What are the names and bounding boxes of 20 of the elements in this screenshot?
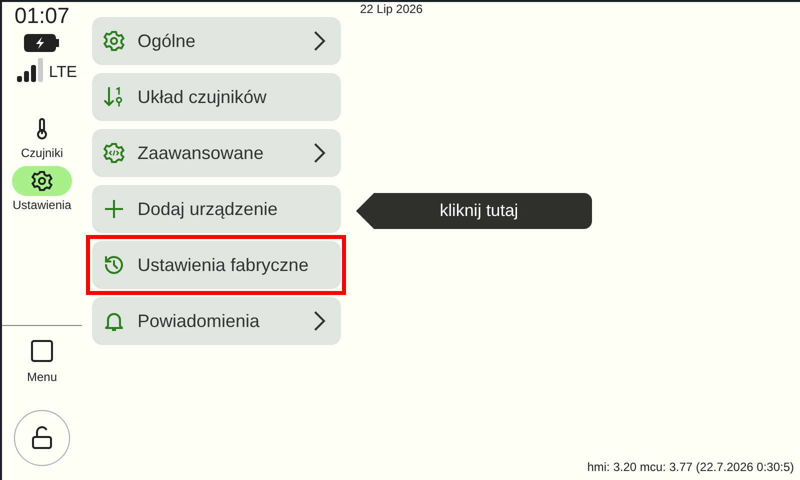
unlocked-icon <box>31 426 53 450</box>
menu-button[interactable]: Menu <box>26 340 58 384</box>
network-type: LTE <box>48 64 78 82</box>
nav-item[interactable]: Czujniki <box>12 114 72 160</box>
menu-item[interactable]: Układ czujników <box>92 73 340 121</box>
date: 22 Lip 2026 <box>360 2 424 16</box>
menu-item[interactable]: Ogólne <box>92 17 340 65</box>
menu-item[interactable]: Zaawansowane <box>92 129 340 177</box>
menu-item[interactable]: Dodaj urządzenie <box>92 185 340 233</box>
code-gear-icon <box>102 141 126 165</box>
signal-icon <box>16 58 45 82</box>
menu-item[interactable]: Powiadomienia <box>92 297 340 345</box>
battery-charging-icon <box>24 34 60 52</box>
settings-icon <box>102 29 126 53</box>
clock: 01:07 <box>14 4 70 28</box>
version-info: hmi: 3.20 mcu: 3.77 (22.7.2026 0:30:5) <box>587 460 794 474</box>
settings-icon <box>30 169 54 193</box>
lock-button[interactable] <box>14 410 70 466</box>
menu-item[interactable]: Ustawienia fabryczne <box>92 241 340 289</box>
tooltip: kliknij tutaj <box>356 193 592 229</box>
